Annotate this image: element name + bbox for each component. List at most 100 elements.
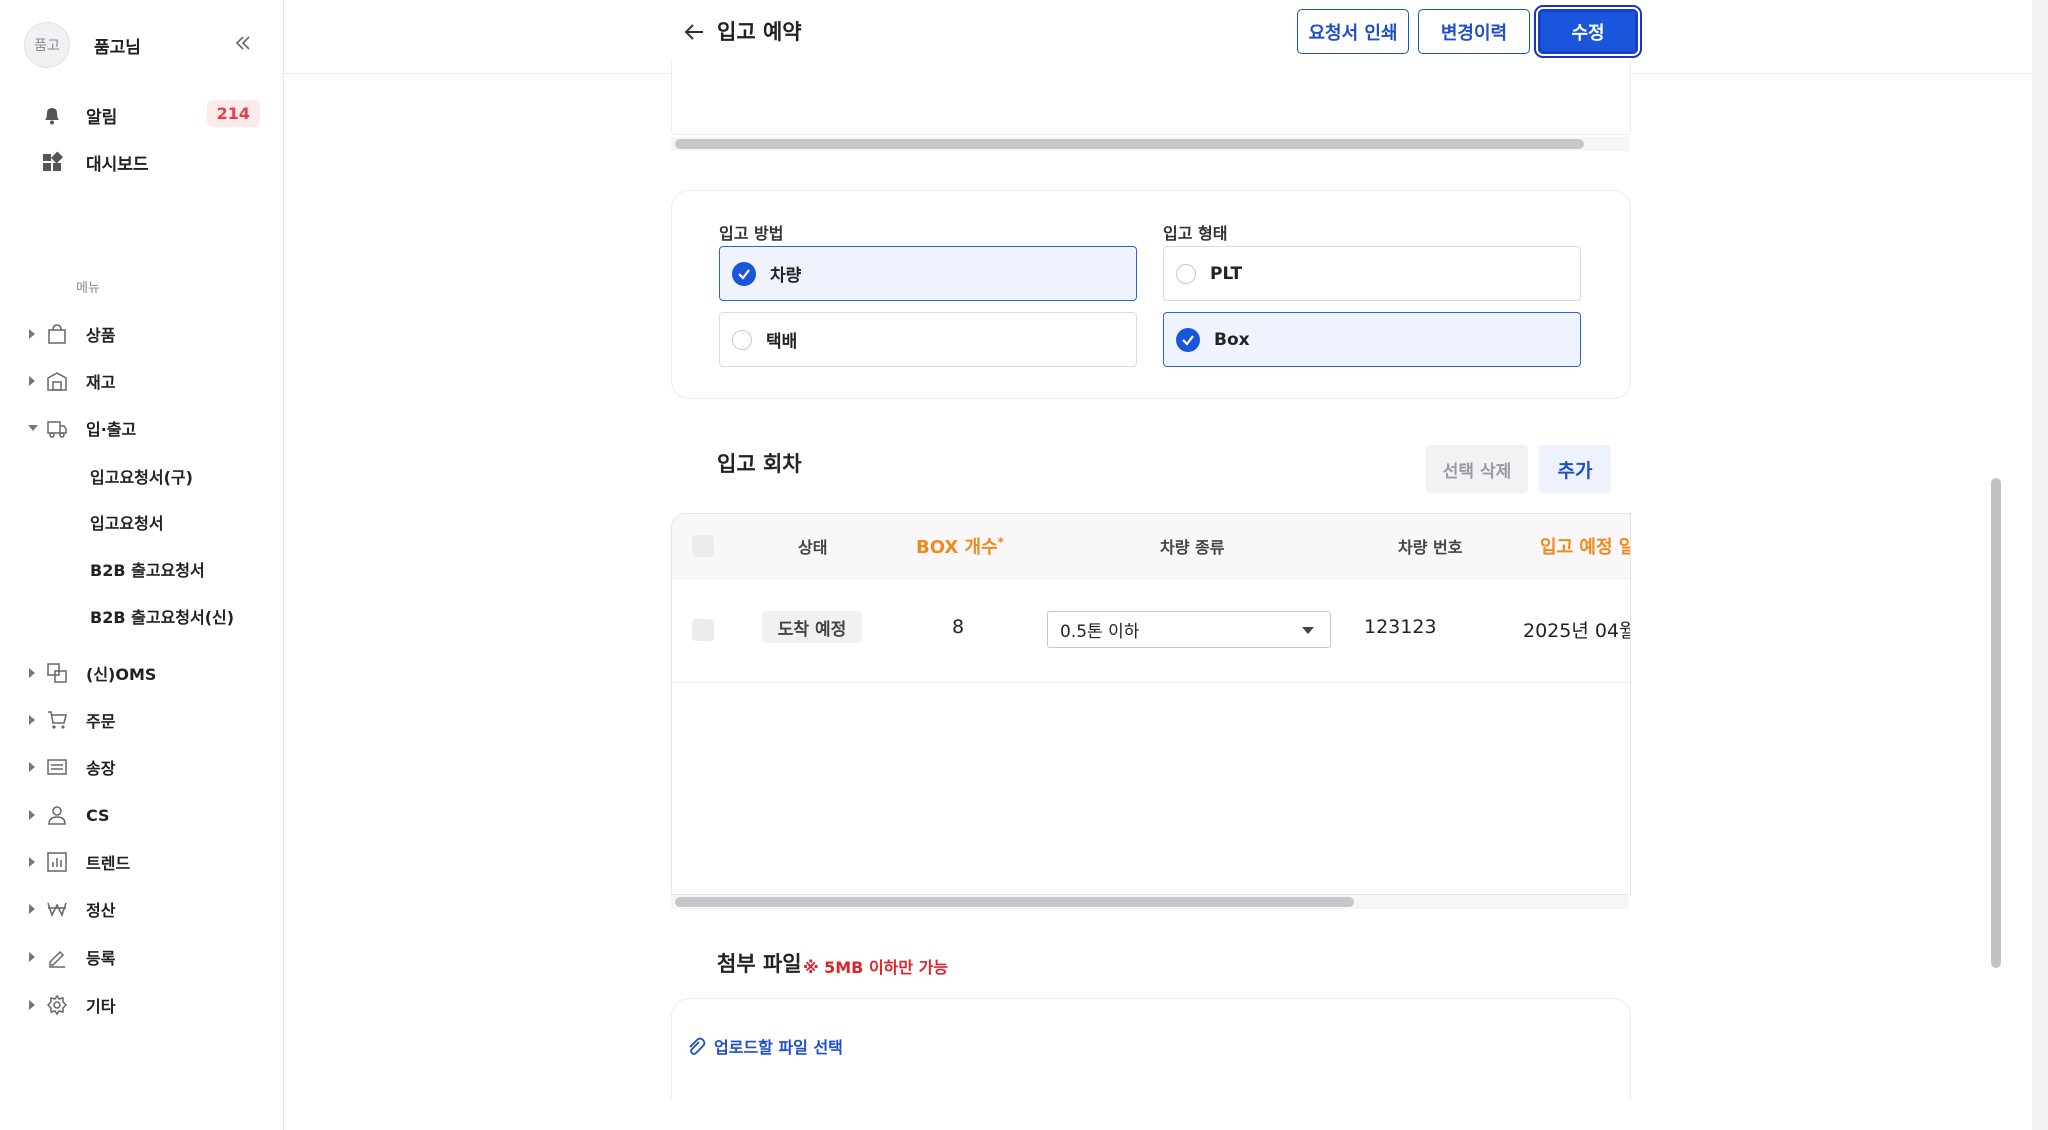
inbound-type-label: 입고 형태	[1163, 224, 1228, 243]
warehouse-icon	[46, 370, 68, 392]
nav-notifications[interactable]: 알림 214	[40, 100, 270, 130]
won-icon	[46, 898, 68, 920]
menu-heading: 메뉴	[76, 281, 100, 296]
caret-right-icon	[28, 952, 38, 962]
type-option-plt[interactable]: PLT	[1163, 246, 1581, 301]
sidebar-item-label: CS	[86, 805, 110, 825]
option-label: 택배	[766, 332, 798, 352]
vehicle-type-value: 0.5톤 이하	[1060, 622, 1140, 642]
sidebar-item-inbound-outbound[interactable]: 입·출고	[28, 413, 268, 443]
print-request-button[interactable]: 요청서 인쇄	[1297, 9, 1409, 54]
method-option-parcel[interactable]: 택배	[719, 312, 1137, 367]
select-all-checkbox[interactable]	[692, 535, 714, 557]
pencil-icon	[46, 946, 68, 968]
column-header-vehicle-number: 차량 번호	[1398, 538, 1463, 557]
nav-dashboard-label: 대시보드	[86, 154, 149, 175]
sidebar-subitem-inbound-request-old[interactable]: 입고요청서(구)	[90, 462, 193, 490]
cart-icon	[46, 709, 68, 731]
caret-right-icon	[28, 668, 38, 678]
sidebar-item-label: 재고	[86, 373, 116, 392]
required-mark: *	[997, 535, 1004, 549]
sidebar-item-label: 입·출고	[86, 420, 137, 439]
sidebar-item-label: 주문	[86, 712, 116, 731]
gear-icon	[46, 994, 68, 1016]
caret-right-icon	[28, 329, 38, 339]
sidebar-item-cs[interactable]: CS	[28, 800, 268, 830]
caret-right-icon	[28, 904, 38, 914]
radio-icon	[1176, 263, 1196, 284]
vehicle-type-select[interactable]: 0.5톤 이하	[1047, 611, 1331, 648]
sidebar-item-trend[interactable]: 트렌드	[28, 847, 268, 877]
previous-section-card	[671, 60, 1631, 135]
window-right-edge	[2032, 0, 2048, 1130]
upload-file-label: 업로드할 파일 선택	[714, 1038, 843, 1057]
main-vertical-scrollbar-thumb[interactable]	[1991, 478, 2001, 968]
change-history-button[interactable]: 변경이력	[1418, 9, 1530, 54]
truck-icon	[46, 417, 68, 439]
rounds-table: 상태 BOX 개수* 차량 종류 차량 번호 입고 예정 일 도착 예정 8 0…	[671, 513, 1631, 895]
option-label: PLT	[1210, 263, 1243, 284]
paperclip-icon	[686, 1036, 706, 1056]
attachment-size-note: ※ 5MB 이하만 가능	[803, 958, 949, 977]
caret-right-icon	[28, 810, 38, 820]
sidebar-subitem-inbound-request[interactable]: 입고요청서	[90, 508, 164, 536]
sidebar-item-orders[interactable]: 주문	[28, 705, 268, 735]
status-badge: 도착 예정	[762, 611, 862, 643]
user-name[interactable]: 품고님	[94, 33, 141, 58]
sidebar-item-label: 정산	[86, 901, 116, 920]
expected-date-cell: 2025년 04월	[1523, 620, 1631, 642]
upload-file-link[interactable]: 업로드할 파일 선택	[686, 1034, 843, 1058]
back-arrow-icon[interactable]	[682, 20, 706, 44]
caret-right-icon	[28, 715, 38, 725]
page-title: 입고 예약	[717, 20, 802, 44]
sidebar-item-inventory[interactable]: 재고	[28, 366, 268, 396]
column-header-box-count: BOX 개수*	[916, 533, 1004, 559]
column-header-vehicle-type: 차량 종류	[1160, 538, 1225, 557]
caret-right-icon	[28, 1000, 38, 1010]
add-round-button[interactable]: 추가	[1539, 445, 1611, 493]
oms-icon	[46, 662, 68, 684]
column-header-status: 상태	[798, 538, 828, 557]
radio-icon	[732, 329, 752, 350]
nav-dashboard[interactable]: 대시보드	[40, 147, 270, 177]
sidebar-item-etc[interactable]: 기타	[28, 990, 268, 1020]
checkmark-icon	[732, 261, 756, 286]
sidebar-subitem-b2b-outbound-new[interactable]: B2B 출고요청서(신)	[90, 602, 234, 630]
edit-button[interactable]: 수정	[1534, 5, 1642, 58]
vehicle-number-cell: 123123	[1364, 616, 1437, 638]
caret-right-icon	[28, 376, 38, 386]
method-option-vehicle[interactable]: 차량	[719, 246, 1137, 301]
chevron-down-icon	[1302, 627, 1314, 634]
option-label: 차량	[770, 266, 802, 286]
table-header: 상태 BOX 개수* 차량 종류 차량 번호 입고 예정 일	[672, 514, 1630, 579]
box-count-header-label: BOX 개수	[916, 537, 998, 558]
invoice-icon	[46, 756, 68, 778]
sidebar-item-label: 트렌드	[86, 854, 131, 873]
inbound-method-label: 입고 방법	[719, 224, 784, 243]
avatar[interactable]: 품고	[24, 22, 70, 68]
box-count-cell: 8	[952, 616, 965, 638]
row-checkbox[interactable]	[692, 619, 714, 641]
sidebar-item-invoice[interactable]: 송장	[28, 752, 268, 782]
chart-icon	[46, 851, 68, 873]
checkmark-icon	[1176, 327, 1200, 352]
sidebar: 품고 품고님 알림 214 대시보드 메뉴 상품 재고 입·출고 입고요청서(구…	[0, 0, 284, 1130]
sidebar-item-settlement[interactable]: 정산	[28, 894, 268, 924]
column-header-expected-date: 입고 예정 일	[1540, 537, 1631, 558]
nav-notifications-label: 알림	[86, 107, 118, 128]
sidebar-item-oms[interactable]: (신)OMS	[28, 658, 268, 688]
collapse-sidebar-icon[interactable]	[232, 32, 254, 54]
caret-right-icon	[28, 762, 38, 772]
delete-selected-button[interactable]: 선택 삭제	[1426, 445, 1528, 493]
sidebar-item-label: 송장	[86, 759, 116, 778]
sidebar-subitem-b2b-outbound[interactable]: B2B 출고요청서	[90, 555, 205, 583]
top-horizontal-scrollbar-thumb[interactable]	[675, 139, 1584, 149]
person-icon	[46, 804, 68, 826]
table-horizontal-scrollbar-thumb[interactable]	[675, 897, 1354, 907]
bag-icon	[46, 323, 68, 345]
sidebar-item-products[interactable]: 상품	[28, 319, 268, 349]
table-row[interactable]: 도착 예정 8 0.5톤 이하 123123 2025년 04월	[672, 578, 1630, 683]
sidebar-item-label: (신)OMS	[86, 665, 157, 684]
type-option-box[interactable]: Box	[1163, 312, 1581, 367]
sidebar-item-register[interactable]: 등록	[28, 942, 268, 972]
